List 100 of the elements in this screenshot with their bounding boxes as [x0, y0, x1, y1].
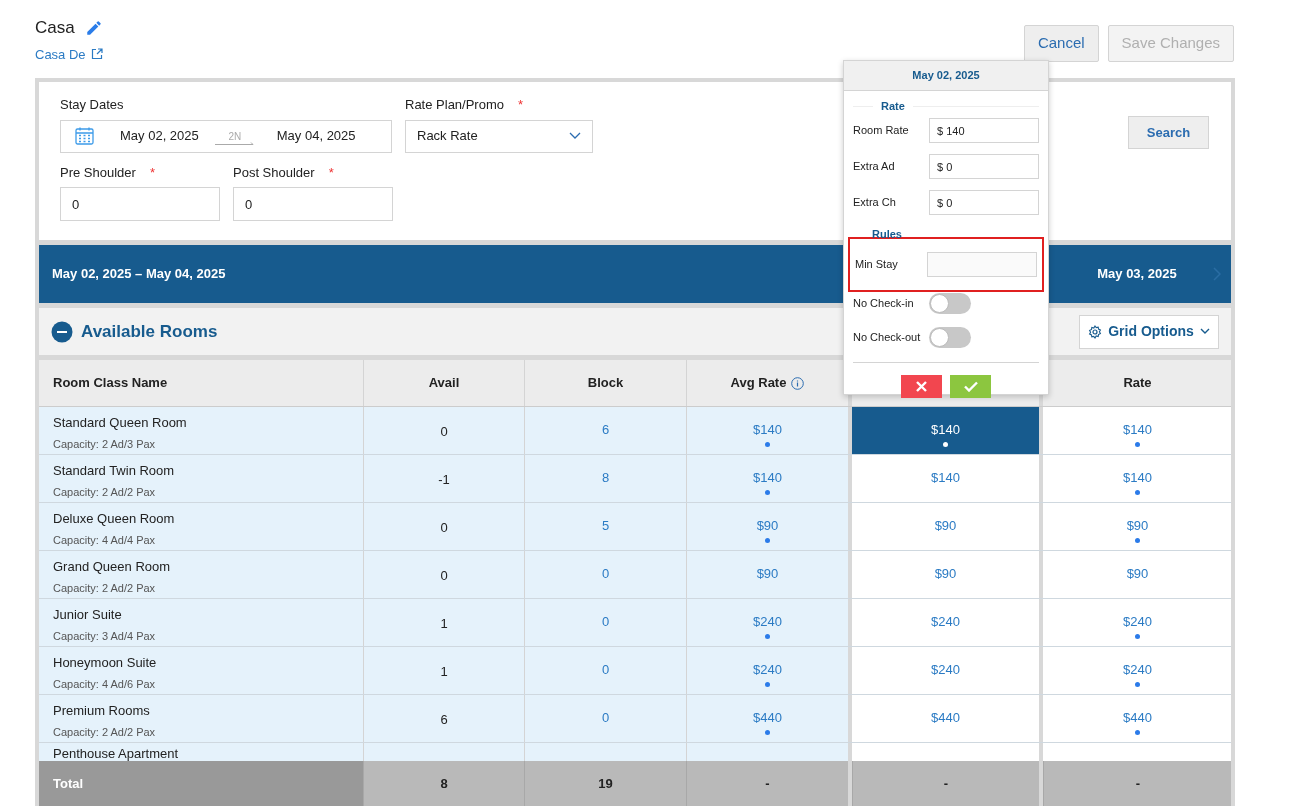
rate-value[interactable]: $140 [931, 420, 960, 440]
column-header: Block [587, 374, 624, 393]
total-value: 8 [440, 774, 448, 793]
total-label: Total [53, 774, 84, 793]
rate-plan-select[interactable]: Rack Rate [405, 119, 593, 153]
capacity-text: Capacity: 4 Ad/4 Pax [53, 532, 157, 548]
selected-rate-cell[interactable]: $140 [852, 407, 1039, 454]
avail-count: 0 [440, 567, 448, 586]
block-count[interactable]: 8 [601, 468, 610, 488]
capacity-text: Capacity: 2 Ad/3 Pax [53, 436, 157, 452]
grid-options-button[interactable]: Grid Options [1079, 314, 1219, 349]
field-label: Pre Shoulder [60, 163, 136, 182]
rate-input[interactable]: $ 140 [929, 118, 1039, 143]
capacity-text: Capacity: 2 Ad/2 Pax [53, 580, 157, 596]
avail-count: -1 [438, 471, 450, 490]
field-label: Stay Dates [60, 97, 124, 112]
rate-value[interactable]: $90 [756, 564, 779, 584]
avail-count: 0 [440, 423, 448, 442]
room-name: Grand Queen Room [53, 558, 172, 576]
start-date: May 02, 2025 [120, 127, 199, 146]
search-button[interactable]: Search [1128, 116, 1209, 149]
column-header: Rate [1123, 374, 1152, 393]
rate-value[interactable]: $240 [753, 660, 782, 680]
room-name: Standard Twin Room [53, 462, 176, 480]
rate-value[interactable]: $240 [1123, 660, 1152, 680]
pencil-icon[interactable] [84, 18, 103, 37]
close-icon [916, 381, 927, 392]
toggle-switch[interactable] [929, 292, 971, 314]
shoulder-input[interactable]: 0 [233, 187, 393, 221]
cancel-button[interactable]: Cancel [1023, 25, 1099, 62]
field-label: Post Shoulder [233, 163, 315, 182]
min-stay-input[interactable] [927, 252, 1037, 277]
field-label: Extra Ad [853, 159, 895, 175]
date-range-field[interactable]: May 02, 2025 2N May 04, 2025 [60, 119, 392, 153]
avail-count: 1 [440, 663, 448, 682]
rate-cell[interactable]: $90 [852, 551, 1039, 598]
date-range-text: May 02, 2025 – May 04, 2025 [52, 265, 226, 284]
rate-value[interactable]: $140 [753, 468, 782, 488]
rate-cell[interactable]: $240 [852, 599, 1039, 646]
chevron-down-icon [1199, 328, 1210, 335]
rate-value[interactable]: $140 [1123, 420, 1152, 440]
nights-count: 2N [228, 129, 242, 144]
rate-value[interactable]: $140 [753, 420, 782, 440]
collapse-icon[interactable] [51, 320, 73, 343]
rate-value[interactable]: $240 [1123, 612, 1152, 632]
room-name: Deluxe Queen Room [53, 510, 176, 528]
rate-value[interactable]: $90 [934, 516, 957, 536]
chevron-down-icon [569, 132, 581, 140]
rate-value[interactable]: $440 [1123, 708, 1152, 728]
rate-input[interactable]: $ 0 [929, 190, 1039, 215]
toggle-label: No Check-in [853, 295, 915, 311]
rate-value[interactable]: $90 [756, 516, 779, 536]
toggle-label: No Check-out [853, 329, 922, 345]
rate-value[interactable]: $140 [1123, 468, 1152, 488]
block-count[interactable]: 0 [601, 612, 610, 632]
rate-value[interactable]: $140 [931, 468, 960, 488]
total-value: - [765, 774, 770, 793]
column-header: Room Class Name [53, 374, 168, 393]
rate-value[interactable]: $90 [1126, 564, 1149, 584]
field-label: Room Rate [853, 123, 909, 139]
popup-date: May 02, 2025 [912, 68, 980, 84]
settings-icon [1088, 324, 1103, 339]
external-link-icon[interactable] [90, 48, 103, 61]
rate-value[interactable]: $240 [931, 660, 960, 680]
block-count[interactable]: 6 [601, 420, 610, 440]
avail-count: 0 [440, 519, 448, 538]
block-count[interactable]: 5 [601, 516, 610, 536]
rate-cell[interactable]: $240 [852, 647, 1039, 694]
cancel-button[interactable] [901, 375, 942, 398]
rate-value[interactable]: $90 [934, 564, 957, 584]
column-date: May 03, 2025 [1096, 265, 1178, 284]
rate-value[interactable]: $240 [753, 612, 782, 632]
property-link[interactable]: Casa De [35, 44, 86, 64]
shoulder-input[interactable]: 0 [60, 187, 220, 221]
rate-input[interactable]: $ 0 [929, 154, 1039, 179]
rate-value[interactable]: $440 [753, 708, 782, 728]
rate-cell[interactable]: $140 [852, 455, 1039, 502]
column-header: Avail [428, 374, 460, 393]
room-name: Junior Suite [53, 606, 123, 624]
end-date: May 04, 2025 [276, 127, 356, 146]
required-mark: * [518, 96, 524, 114]
required-mark: * [149, 163, 155, 182]
field-label: Rate Plan/Promo [405, 96, 504, 114]
confirm-button[interactable] [950, 375, 991, 398]
room-name: Honeymoon Suite [53, 654, 158, 672]
rate-value[interactable]: $440 [931, 708, 960, 728]
capacity-text: Capacity: 4 Ad/6 Pax [53, 676, 157, 692]
rate-cell[interactable]: $440 [852, 695, 1039, 742]
block-count[interactable]: 0 [601, 708, 610, 728]
rate-value[interactable]: $240 [931, 612, 960, 632]
info-icon [791, 376, 805, 390]
toggle-switch[interactable] [929, 326, 971, 348]
rate-value[interactable]: $90 [1126, 516, 1149, 536]
total-value: 19 [598, 774, 613, 793]
required-mark: * [328, 163, 334, 182]
block-count[interactable]: 0 [601, 564, 610, 584]
section-heading: Rules [872, 228, 902, 240]
block-count[interactable]: 0 [601, 660, 610, 680]
room-name: Penthouse Apartment [53, 745, 180, 763]
rate-cell[interactable]: $90 [852, 503, 1039, 550]
